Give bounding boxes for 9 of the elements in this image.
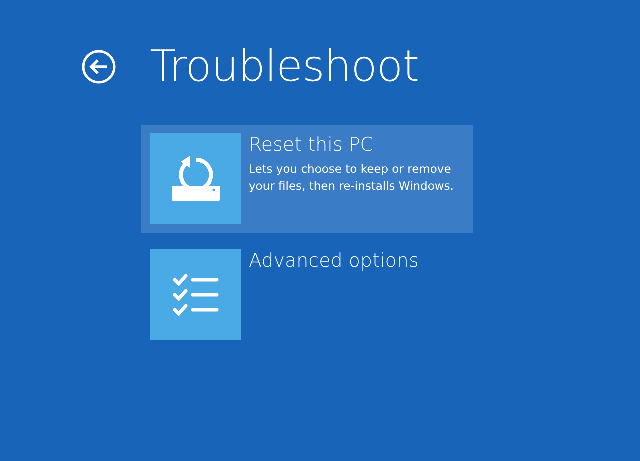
reset-icon <box>172 156 220 202</box>
option-title: Reset this PC <box>249 133 375 157</box>
checklist-icon <box>172 272 218 316</box>
option-description: Lets you choose to keep or remove your files, then re-installs Windows. <box>249 161 455 195</box>
back-button[interactable] <box>82 50 116 84</box>
page-title: Troubleshoot <box>150 44 420 90</box>
option-item[interactable]: Reset this PC Lets you choose to keep or remove your files, then re-installs Windows. <box>141 125 473 233</box>
option-title: Advanced options <box>249 249 419 273</box>
option-item[interactable]: Advanced options <box>141 241 473 349</box>
